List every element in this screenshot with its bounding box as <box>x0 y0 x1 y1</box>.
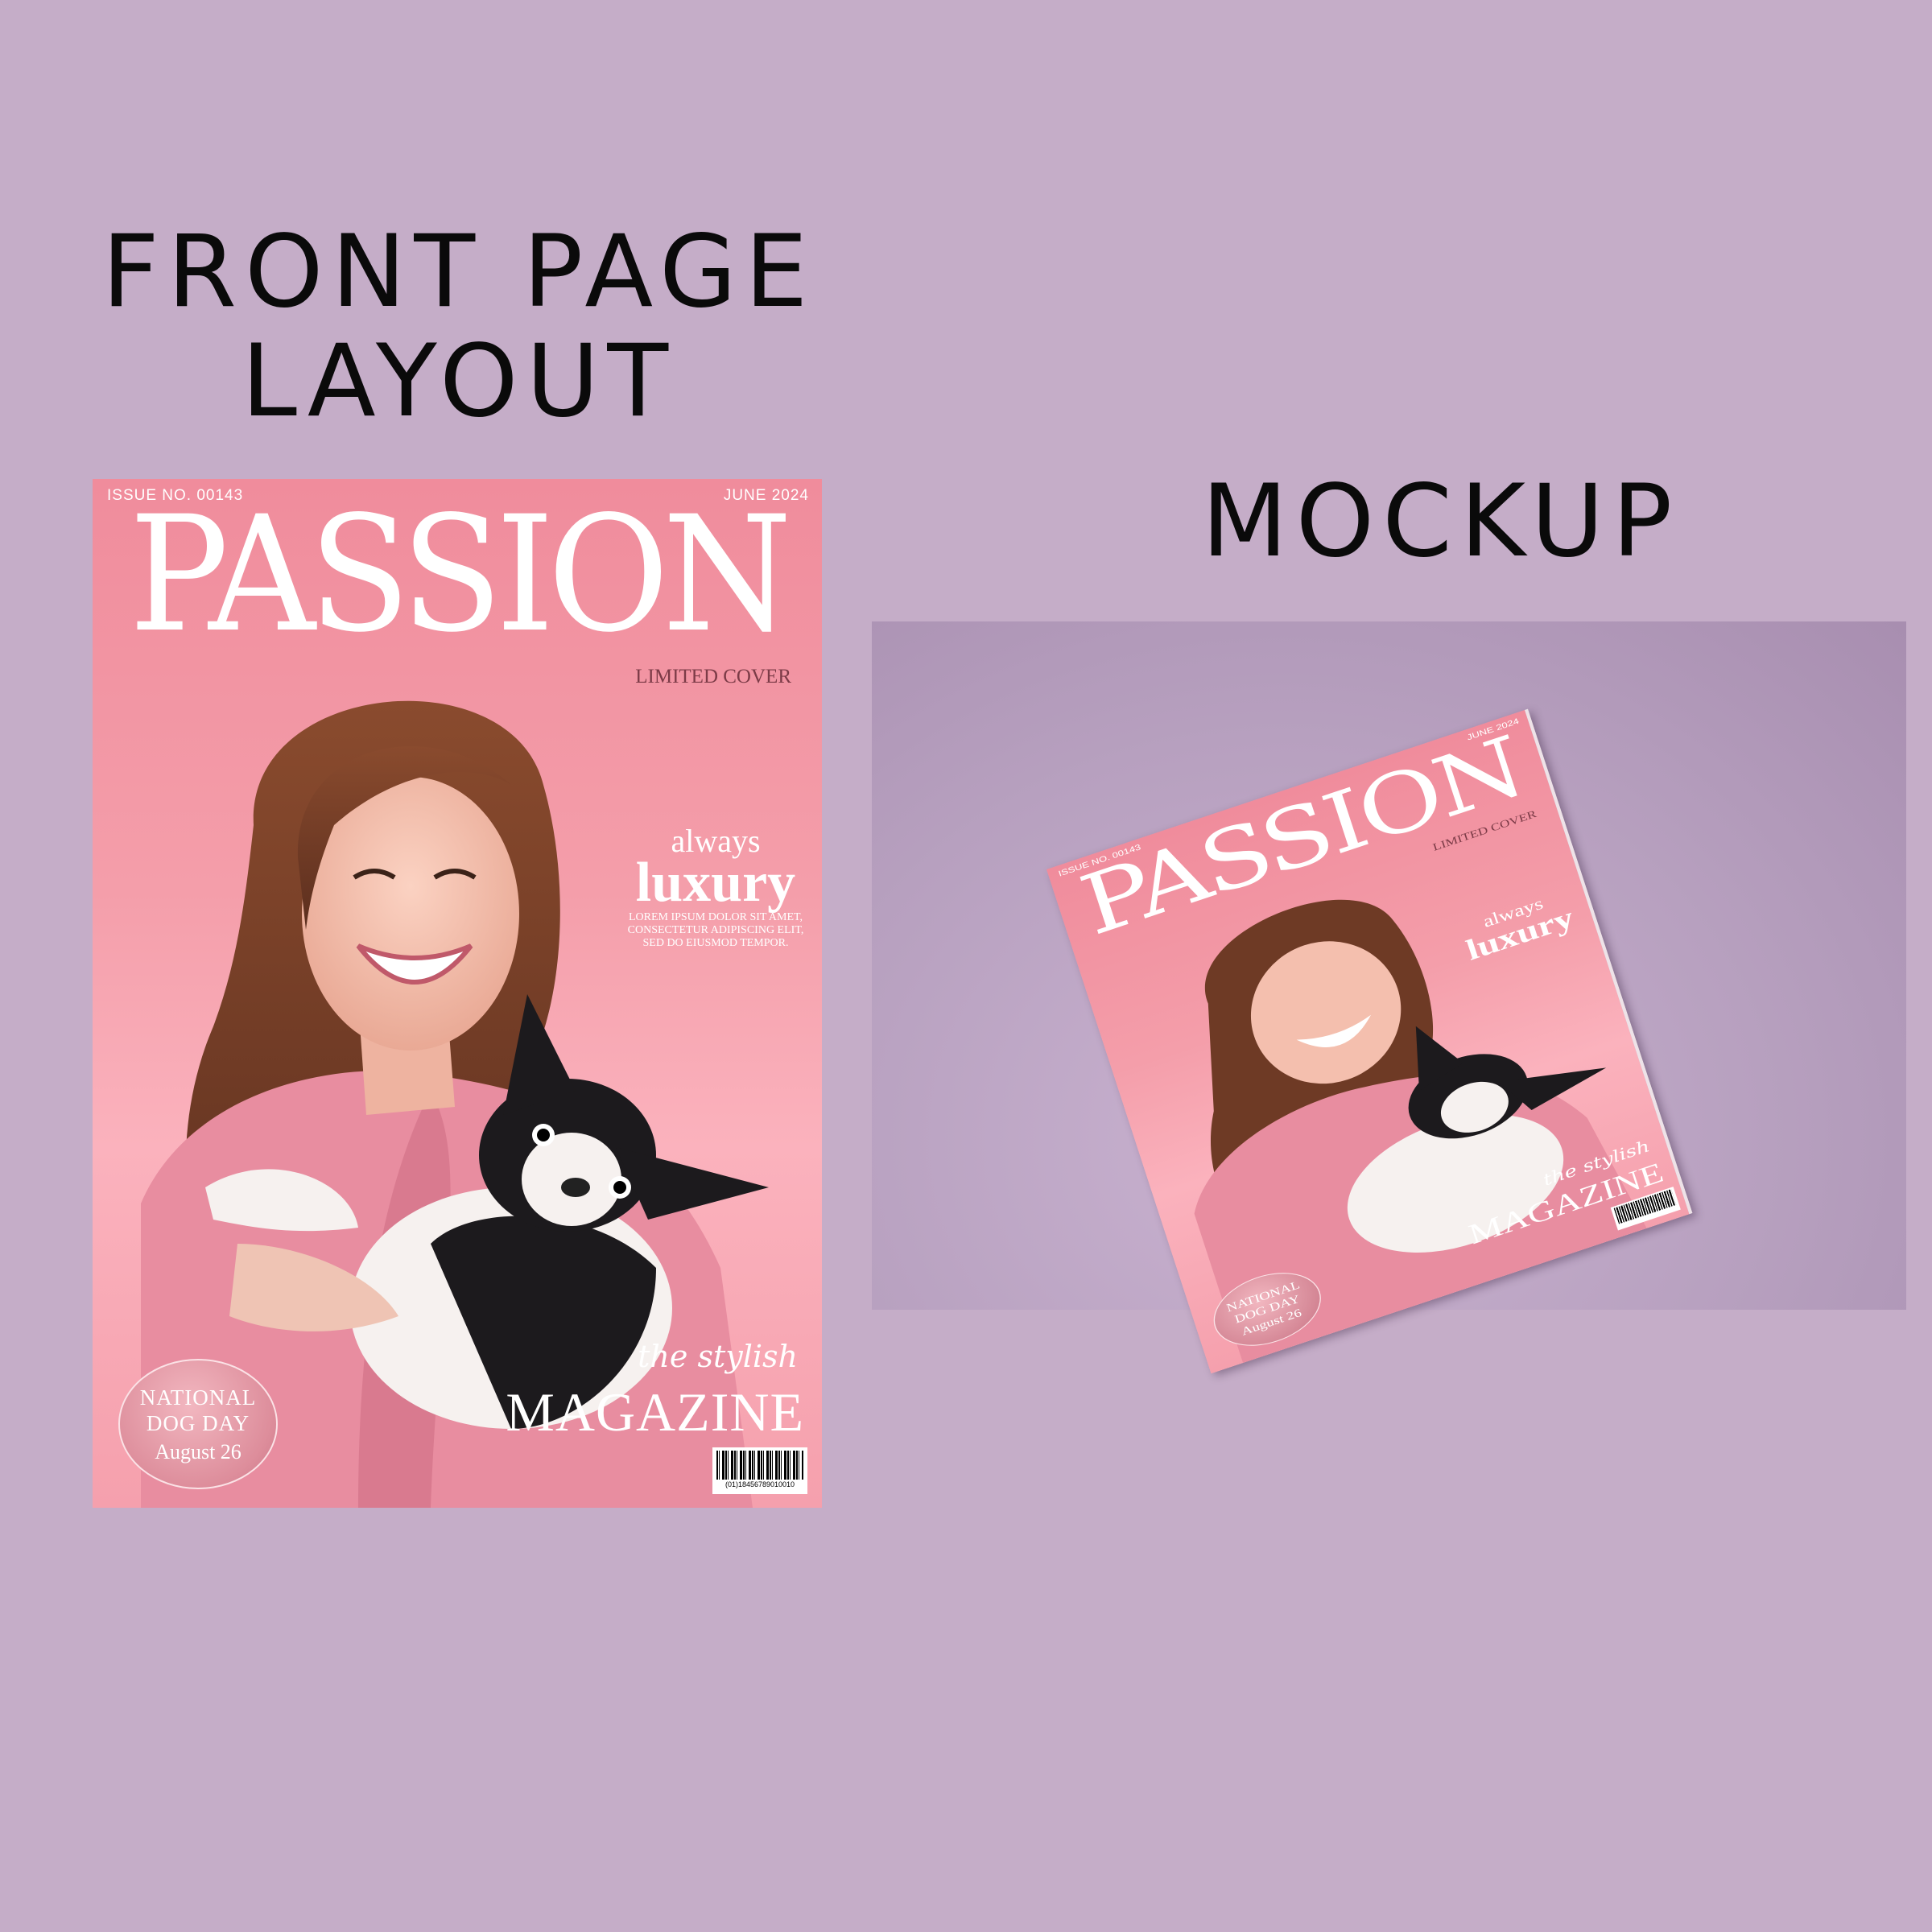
mockup-heading: MOCKUP <box>1201 464 1681 580</box>
national-dog-day-badge: NATIONAL DOG DAY August 26 <box>118 1359 278 1489</box>
tagline-script: the stylish <box>638 1339 798 1374</box>
barcode: (01)18456789010010 <box>712 1447 807 1494</box>
mockup-magazine: ISSUE NO. 00143 JUNE 2024 PASSION LIMITE… <box>1046 708 1707 1374</box>
front-page-layout-heading: FRONT PAGE LAYOUT <box>32 217 886 437</box>
barcode-number: (01)18456789010010 <box>724 1480 795 1488</box>
heading-line-1: FRONT PAGE <box>101 214 816 330</box>
magazine-cover: ISSUE NO. 00143 JUNE 2024 PASSION LIMITE… <box>93 479 822 1508</box>
cover-subtitle: LIMITED COVER <box>635 666 791 687</box>
feature-headline: always luxury LOREM IPSUM DOLOR SIT AMET… <box>619 825 812 950</box>
tagline-main: MAGAZINE <box>506 1381 804 1443</box>
barcode-icon <box>716 1451 803 1480</box>
badge-line-2: DOG DAY <box>146 1411 250 1436</box>
magazine-title: PASSION <box>129 481 792 667</box>
badge-line-1: NATIONAL <box>139 1385 257 1410</box>
badge-line-3: August 26 <box>155 1439 242 1463</box>
heading-line-2: LAYOUT <box>241 324 677 440</box>
feature-big: luxury <box>635 852 796 914</box>
feature-body: LOREM IPSUM DOLOR SIT AMET, CONSECTETUR … <box>627 911 804 950</box>
